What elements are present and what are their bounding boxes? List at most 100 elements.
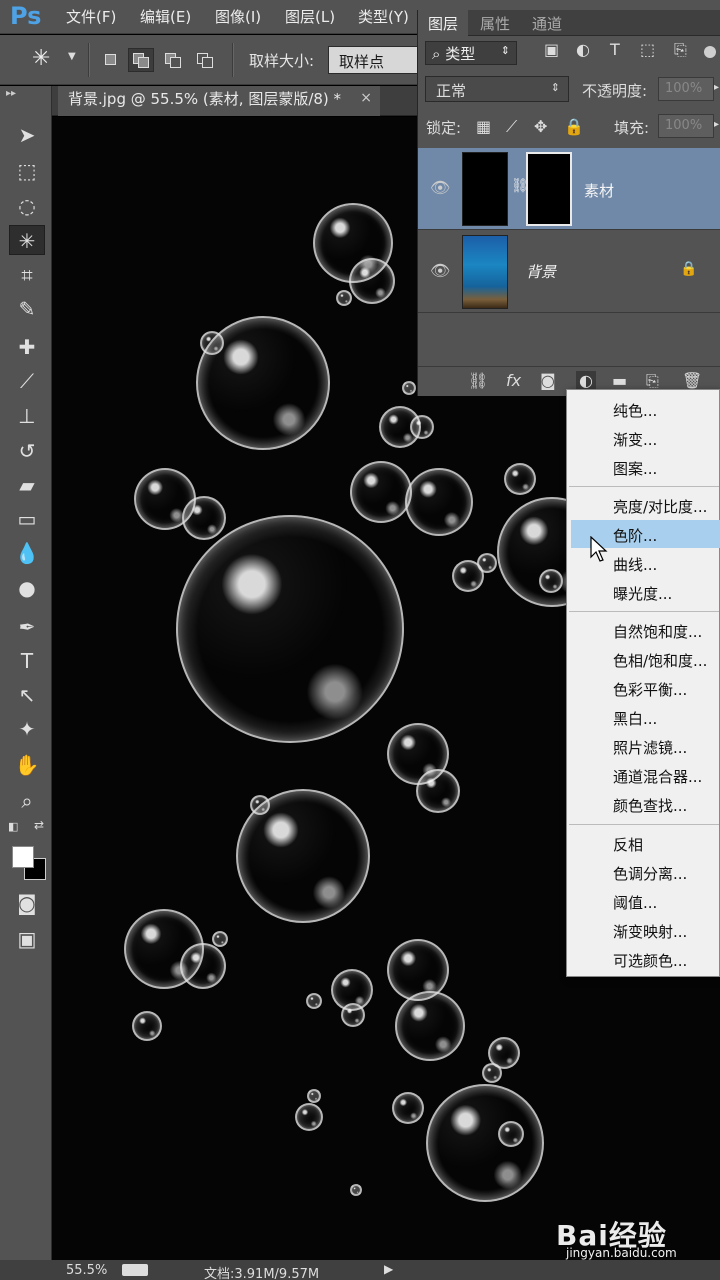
menu-item-channel-mixer[interactable]: 通道混合器...	[613, 766, 702, 787]
tab-layers[interactable]: 图层	[418, 10, 469, 36]
lock-transparency-icon[interactable]: ▦	[476, 117, 491, 136]
menu-divider	[569, 611, 719, 612]
chevron-down-icon[interactable]: ▼	[68, 51, 76, 62]
tab-properties[interactable]: 属性	[470, 10, 520, 36]
screen-mode-icon[interactable]: ▣	[9, 924, 45, 954]
swap-colors-icon[interactable]: ⇄	[34, 818, 44, 832]
pen-tool-icon[interactable]: ✒	[9, 612, 45, 642]
fill-input[interactable]: 100%	[658, 114, 714, 138]
brush-tool-icon[interactable]: ⟋	[9, 366, 45, 396]
crop-tool-icon[interactable]: ⌗	[9, 260, 45, 290]
menu-type[interactable]: 类型(Y)	[358, 6, 409, 27]
search-icon: ⌕	[432, 45, 441, 63]
menu-item-color-lookup[interactable]: 颜色查找...	[613, 795, 687, 816]
visibility-eye-icon[interactable]: 👁	[430, 261, 450, 280]
menu-item-black-white[interactable]: 黑白...	[613, 708, 657, 729]
add-selection-button[interactable]	[128, 48, 154, 72]
lock-position-icon[interactable]: ✥	[534, 117, 547, 136]
filter-adjustment-icon[interactable]: ◐	[576, 40, 590, 59]
layer-mask-thumbnail[interactable]	[526, 152, 572, 226]
lock-image-icon[interactable]: ⟋	[506, 117, 517, 137]
intersect-selection-button[interactable]	[192, 48, 218, 72]
dodge-tool-icon[interactable]: ●	[9, 573, 45, 603]
zoom-level[interactable]: 55.5%	[66, 1263, 107, 1278]
spot-healing-tool-icon[interactable]: ✚	[9, 332, 45, 362]
hand-tool-icon[interactable]: ✋	[9, 750, 45, 780]
tab-channels[interactable]: 通道	[522, 10, 572, 36]
menu-item-brightness-contrast[interactable]: 亮度/对比度...	[613, 496, 707, 517]
type-tool-icon[interactable]: T	[9, 646, 45, 676]
quick-mask-icon[interactable]: ◙	[9, 888, 45, 918]
filter-toggle[interactable]	[704, 46, 716, 58]
filter-shape-icon[interactable]: ⬚	[640, 40, 655, 59]
menu-image[interactable]: 图像(I)	[215, 6, 261, 27]
opacity-input[interactable]: 100%	[658, 77, 714, 101]
clone-stamp-tool-icon[interactable]: ⊥	[9, 401, 45, 431]
new-group-icon[interactable]: ▬	[612, 371, 627, 390]
menu-item-solid-color[interactable]: 纯色...	[613, 400, 657, 421]
menu-item-vibrance[interactable]: 自然饱和度...	[613, 621, 702, 642]
layer-filter-value: 类型	[445, 45, 476, 63]
divider	[88, 43, 90, 77]
foreground-color-swatch[interactable]	[12, 846, 34, 868]
subtract-selection-button[interactable]	[160, 48, 186, 72]
layer-row-background[interactable]: 👁 背景 🔒	[418, 231, 720, 313]
watermark-url: jingyan.baidu.com	[566, 1246, 677, 1260]
menu-item-photo-filter[interactable]: 照片滤镜...	[613, 737, 687, 758]
menu-edit[interactable]: 编辑(E)	[140, 6, 191, 27]
panel-collapse-icon[interactable]: ▸▸	[6, 88, 16, 99]
marquee-tool-icon[interactable]: ⬚	[9, 156, 45, 186]
blur-tool-icon[interactable]: 💧	[9, 538, 45, 568]
add-mask-icon[interactable]: ◙	[540, 371, 556, 390]
menu-item-exposure[interactable]: 曝光度...	[613, 583, 672, 604]
divider	[232, 43, 234, 77]
history-brush-tool-icon[interactable]: ↺	[9, 436, 45, 466]
menu-item-levels[interactable]: 色阶...	[613, 525, 657, 546]
bubble	[250, 795, 270, 815]
menu-item-gradient-map[interactable]: 渐变映射...	[613, 921, 687, 942]
eraser-tool-icon[interactable]: ▰	[9, 470, 45, 500]
menu-item-invert[interactable]: 反相	[613, 834, 643, 855]
gradient-tool-icon[interactable]: ▭	[9, 504, 45, 534]
menu-item-pattern[interactable]: 图案...	[613, 458, 657, 479]
status-menu-arrow-icon[interactable]: ▶	[384, 1262, 393, 1276]
opacity-arrow-icon[interactable]: ▸	[714, 82, 719, 93]
new-layer-icon[interactable]: ⎘	[646, 371, 659, 391]
bubble	[182, 496, 226, 540]
lock-all-icon[interactable]: 🔒	[564, 117, 584, 136]
magic-wand-preset-icon[interactable]: ✳	[32, 46, 50, 71]
zoom-tool-icon[interactable]: ⌕	[9, 786, 45, 816]
path-selection-tool-icon[interactable]: ↖	[9, 680, 45, 710]
adjustment-layer-icon[interactable]: ◐	[576, 371, 596, 390]
menu-item-gradient[interactable]: 渐变...	[613, 429, 657, 450]
trash-icon[interactable]: 🗑	[682, 371, 702, 390]
layer-row-material[interactable]: 👁 ⛓ 素材	[418, 148, 720, 230]
filter-smart-object-icon[interactable]: ⎘	[674, 40, 687, 60]
eyedropper-tool-icon[interactable]: ✎	[9, 294, 45, 324]
menu-item-hue-saturation[interactable]: 色相/饱和度...	[613, 650, 707, 671]
layer-filter-select[interactable]: ⌕ 类型 ⇕	[425, 41, 517, 65]
menu-item-color-balance[interactable]: 色彩平衡...	[613, 679, 687, 700]
lasso-tool-icon[interactable]: ◌	[9, 191, 45, 221]
document-tab[interactable]: 背景.jpg @ 55.5% (素材, 图层蒙版/8) * ×	[58, 86, 380, 116]
menu-file[interactable]: 文件(F)	[66, 6, 116, 27]
move-tool-icon[interactable]: ➤	[9, 120, 45, 150]
layer-style-fx-icon[interactable]: fx	[506, 371, 521, 390]
menu-item-curves[interactable]: 曲线...	[613, 554, 657, 575]
shape-tool-icon[interactable]: ✦	[9, 714, 45, 744]
filter-pixel-icon[interactable]: ▣	[544, 40, 559, 59]
menu-item-selective-color[interactable]: 可选颜色...	[613, 950, 687, 971]
link-layers-icon[interactable]: ⛓	[468, 371, 488, 390]
menu-layer[interactable]: 图层(L)	[285, 6, 335, 27]
filter-type-icon[interactable]: T	[610, 40, 620, 59]
blend-mode-select[interactable]: 正常 ⇕	[425, 76, 569, 102]
visibility-eye-icon[interactable]: 👁	[430, 178, 450, 197]
default-colors-icon[interactable]: ◧	[8, 820, 18, 833]
menu-item-threshold[interactable]: 阈值...	[613, 892, 657, 913]
close-icon[interactable]: ×	[360, 90, 372, 106]
sample-size-select[interactable]: 取样点	[328, 46, 428, 74]
new-selection-button[interactable]	[98, 48, 124, 72]
magic-wand-tool-icon[interactable]: ✳	[9, 225, 45, 255]
fill-arrow-icon[interactable]: ▸	[714, 119, 719, 130]
menu-item-posterize[interactable]: 色调分离...	[613, 863, 687, 884]
